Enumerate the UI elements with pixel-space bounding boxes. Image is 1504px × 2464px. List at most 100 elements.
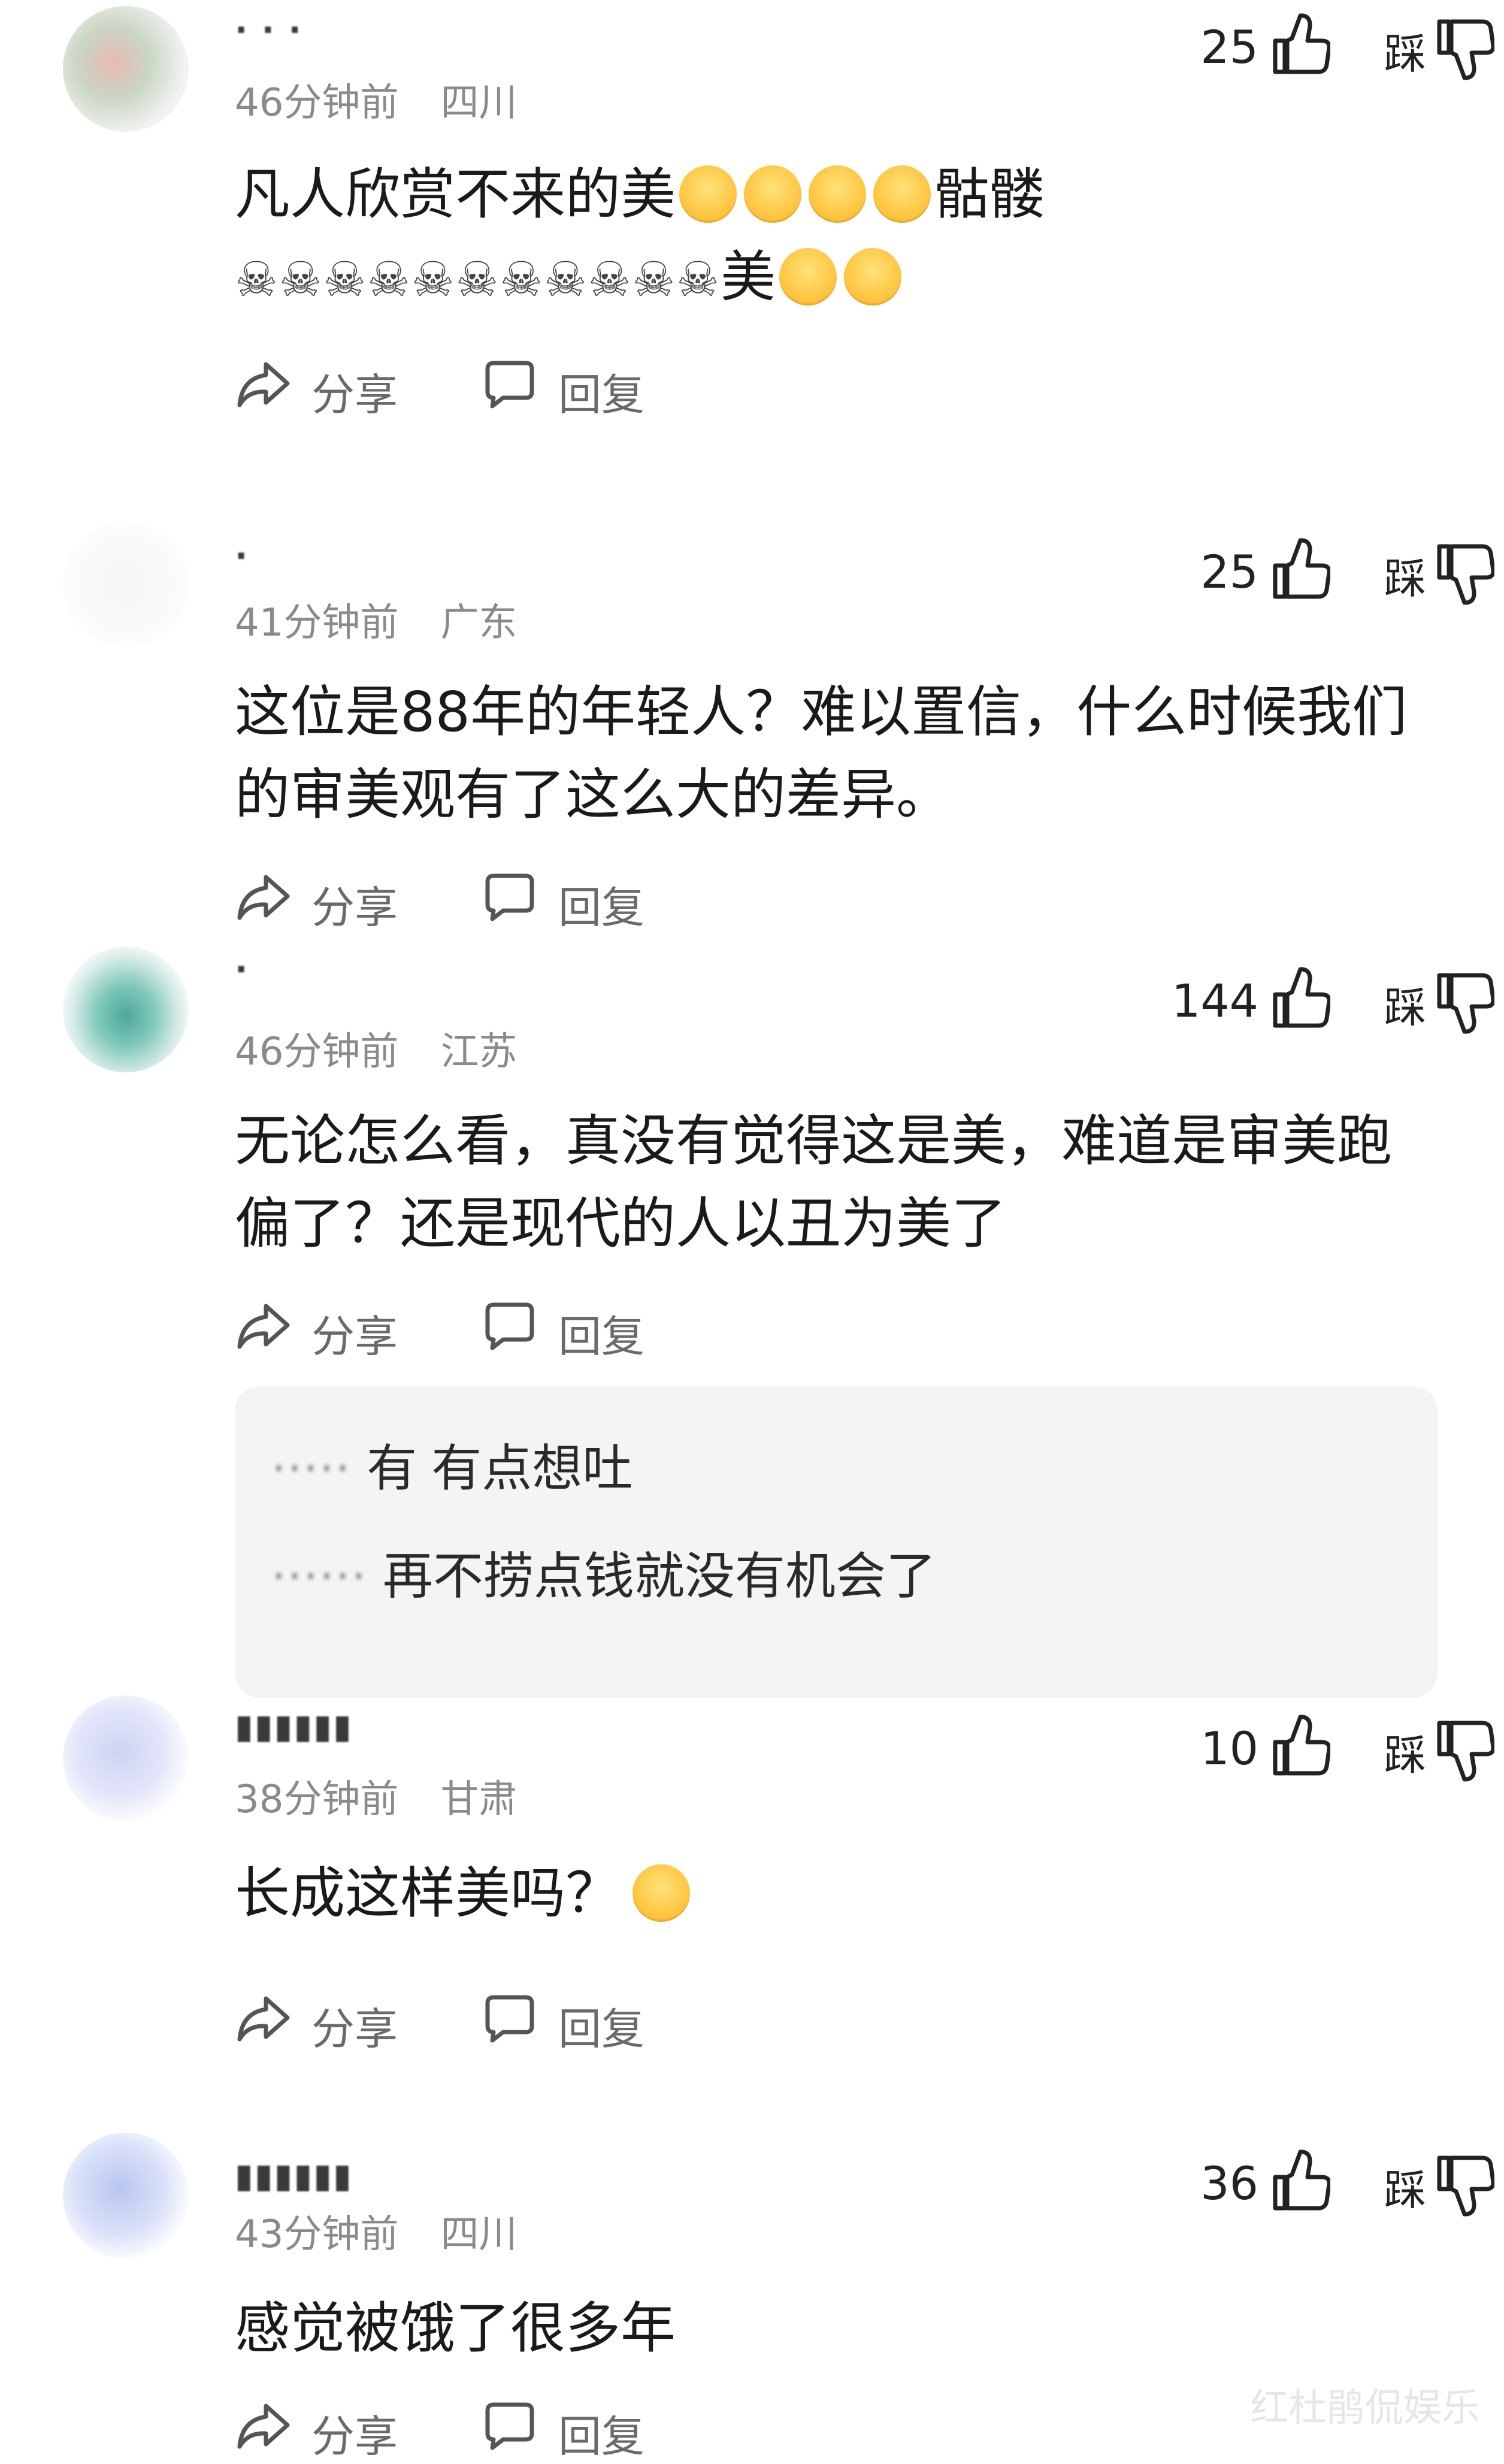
comment-time: 41分钟前 [235, 601, 399, 645]
comment-actions: 分享 回复 [235, 351, 774, 420]
username[interactable]: · · · [235, 11, 302, 50]
avatar[interactable] [63, 947, 189, 1072]
comment-meta: 46分钟前 四川 [235, 72, 517, 127]
comment-location: 四川 [440, 81, 518, 125]
reply-label: 回复 [558, 1311, 645, 1362]
like-count: 25 [1200, 20, 1258, 74]
username[interactable]: ▮▮▮▮▮▮ [235, 2157, 353, 2196]
dislike-label[interactable]: 踩 [1384, 545, 1426, 606]
comment-actions: 分享 回复 [235, 1293, 774, 1362]
reply-prefix: 有 [367, 1439, 417, 1498]
thumbs-up-icon[interactable] [1270, 12, 1330, 78]
comment-meta: 46分钟前 江苏 [235, 1021, 517, 1076]
reply-preview-box[interactable]: ····· 有有点想吐 ······ 再不捞点钱就没有机会了 [235, 1386, 1438, 1698]
comment-bubble-icon [485, 361, 534, 409]
comment-text-line: 长成这样美吗？ [235, 1861, 621, 1925]
comment-meta: 43分钟前 四川 [235, 2203, 517, 2259]
username[interactable]: · [235, 537, 249, 576]
wink-tongue-emoji [744, 165, 802, 223]
dislike-label[interactable]: 踩 [1384, 20, 1426, 81]
thumbs-down-icon[interactable] [1435, 540, 1494, 606]
comment-location: 广东 [440, 601, 518, 645]
comment-actions: 分享 回复 [235, 1985, 774, 2054]
like-area: 144 踩 [1085, 966, 1504, 1038]
thumbs-up-icon[interactable] [1270, 2148, 1330, 2214]
thumbs-up-icon[interactable] [1270, 537, 1330, 603]
comment-location: 四川 [440, 2212, 518, 2257]
comment-bubble-icon [485, 1302, 534, 1350]
share-label: 分享 [311, 882, 398, 933]
thumbs-up-icon[interactable] [1270, 966, 1330, 1032]
comment-text: 长成这样美吗？ [235, 1852, 1427, 1935]
avatar[interactable] [63, 1695, 189, 1821]
watermark: 红杜鹃侃娱乐 [1250, 2386, 1480, 2430]
wink-tongue-emoji [809, 165, 867, 223]
wink-tongue-emoji [843, 248, 901, 306]
comment-item: · 41分钟前 广东 25 踩 这位是88年的年轻人？难以置信，什么时候我们的审美… [0, 515, 1504, 935]
thumbs-down-icon[interactable] [1435, 1717, 1494, 1783]
grin-emoji [679, 165, 737, 223]
dislike-label[interactable]: 踩 [1384, 2157, 1426, 2217]
comment-text-line: 凡人欣赏不来的美 [235, 162, 676, 226]
dislike-label[interactable]: 踩 [1384, 1722, 1426, 1782]
skull-emoji-row: ☠☠☠☠☠☠☠☠☠☠☠ [235, 252, 721, 307]
username[interactable]: · [235, 950, 249, 989]
reply-preview-line[interactable]: ····· 有有点想吐 [271, 1428, 633, 1501]
comment-item: · · · 46分钟前 四川 25 踩 凡人欣赏不来的美 骷髅 ☠☠☠☠☠☠☠☠☠☠… [0, 0, 1504, 455]
reply-label: 回复 [558, 2411, 645, 2462]
like-area: 25 踩 [1085, 537, 1504, 609]
comment-bubble-icon [485, 1995, 534, 2043]
like-area: 10 踩 [1085, 1713, 1504, 1785]
share-label: 分享 [311, 2004, 398, 2054]
like-count: 10 [1200, 1722, 1258, 1775]
dislike-label[interactable]: 踩 [1384, 974, 1426, 1035]
thumbs-down-icon[interactable] [1435, 2152, 1494, 2218]
comment-location: 江苏 [440, 1030, 518, 1074]
avatar[interactable] [63, 521, 189, 647]
comment-meta: 38分钟前 甘肃 [235, 1768, 517, 1824]
share-icon [237, 875, 290, 920]
like-area: 36 踩 [1085, 2148, 1504, 2220]
wink-tongue-emoji [873, 165, 931, 223]
comment-time: 43分钟前 [235, 2212, 399, 2257]
comment-bubble-icon [485, 2402, 534, 2450]
thumbs-down-icon[interactable] [1435, 16, 1494, 81]
comment-actions: 分享 回复 [235, 864, 774, 933]
reply-label: 回复 [558, 882, 645, 933]
shocked-emoji [633, 1864, 691, 1922]
comment-time: 38分钟前 [235, 1777, 399, 1822]
username[interactable]: ▮▮▮▮▮▮ [235, 1707, 353, 1746]
like-count: 36 [1200, 2157, 1258, 2210]
share-label: 分享 [311, 2411, 398, 2462]
share-icon [237, 362, 290, 407]
comment-text: 这位是88年的年轻人？难以置信，什么时候我们的审美观有了这么大的差异。 [235, 680, 1408, 827]
reply-text: 再不捞点钱就没有机会了 [382, 1547, 936, 1606]
thumbs-down-icon[interactable] [1435, 969, 1494, 1035]
avatar[interactable] [63, 2133, 189, 2259]
reply-text: 有点想吐 [431, 1439, 633, 1498]
comment-item: ▮▮▮▮▮▮ 38分钟前 甘肃 10 踩 长成这样美吗？ 分享 回复 [0, 1695, 1504, 2067]
comment-item: · 46分钟前 江苏 144 踩 无论怎么看，真没有觉得这是美，难道是审美跑偏了？… [0, 947, 1504, 1366]
comment-text: 凡人欣赏不来的美 骷髅 ☠☠☠☠☠☠☠☠☠☠☠美 [235, 153, 1427, 321]
share-icon [237, 2403, 290, 2449]
like-count: 144 [1171, 974, 1258, 1027]
comment-text-tail: 骷髅 [934, 162, 1045, 226]
like-count: 25 [1200, 545, 1258, 598]
comment-text-tail: 美 [720, 245, 776, 309]
avatar[interactable] [63, 6, 189, 132]
reply-preview-line[interactable]: ······ 再不捞点钱就没有机会了 [271, 1536, 936, 1609]
thumbs-up-icon[interactable] [1270, 1713, 1330, 1779]
share-label: 分享 [311, 1311, 398, 1362]
grin-emoji [779, 248, 837, 306]
comment-text: 无论怎么看，真没有觉得这是美，难道是审美跑偏了？还是现代的人以丑为美了 [235, 1109, 1393, 1256]
comment-text: 感觉被饿了很多年 [235, 2296, 676, 2360]
comment-actions: 分享 回复 [235, 2393, 774, 2462]
comment-time: 46分钟前 [235, 1030, 399, 1074]
comment-meta: 41分钟前 广东 [235, 592, 517, 647]
like-area: 25 踩 [1085, 12, 1504, 84]
share-label: 分享 [311, 370, 398, 420]
comment-bubble-icon [485, 873, 534, 921]
share-icon [237, 1304, 290, 1349]
reply-username: ····· [271, 1439, 351, 1498]
reply-username: ······ [271, 1547, 367, 1606]
